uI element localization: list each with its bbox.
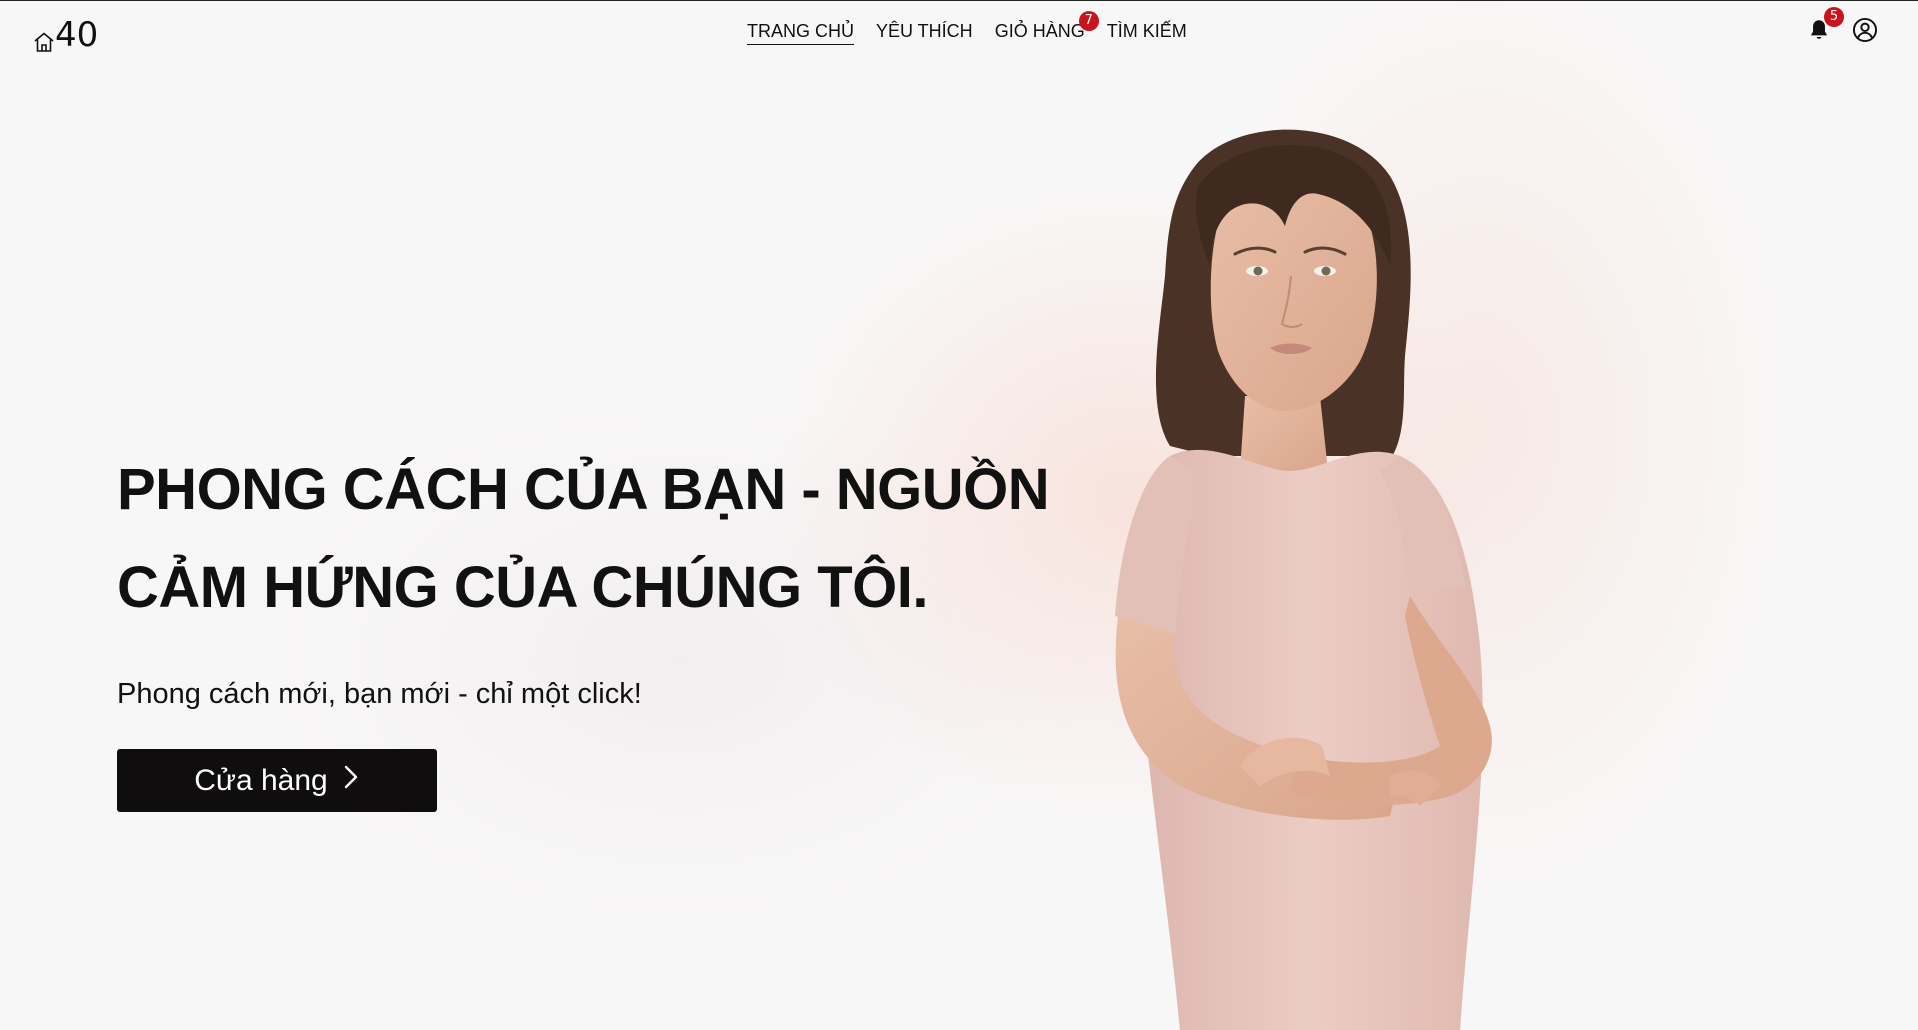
user-circle-icon: [1852, 17, 1878, 43]
hero-title: PHONG CÁCH CỦA BẠN - NGUỒN CẢM HỨNG CỦA …: [117, 457, 1050, 620]
main-nav: TRANG CHỦ YÊU THÍCH GIỎ HÀNG 7 TÌM KIẾM: [747, 11, 1187, 45]
header-actions: 5: [1806, 7, 1878, 43]
notification-count-badge: 5: [1824, 7, 1844, 27]
brand-name: 40: [55, 15, 99, 55]
nav-item-search[interactable]: TÌM KIẾM: [1107, 21, 1187, 45]
brand-logo[interactable]: 40: [33, 13, 98, 53]
shop-button[interactable]: Cửa hàng: [117, 749, 437, 812]
landing-page: 40 TRANG CHỦ YÊU THÍCH GIỎ HÀNG 7 TÌM KI…: [0, 0, 1918, 1030]
hero-subtitle: Phong cách mới, bạn mới - chỉ một click!: [117, 678, 642, 710]
nav-item-cart[interactable]: GIỎ HÀNG 7: [994, 11, 1099, 45]
nav-item-favorites[interactable]: YÊU THÍCH: [876, 21, 973, 45]
nav-item-home[interactable]: TRANG CHỦ: [747, 21, 854, 45]
home-icon: [33, 31, 55, 53]
account-button[interactable]: [1852, 17, 1878, 43]
hero-model-image: [1060, 126, 1600, 1030]
hero-content: PHONG CÁCH CỦA BẠN - NGUỒN CẢM HỨNG CỦA …: [117, 441, 1077, 812]
site-header: 40 TRANG CHỦ YÊU THÍCH GIỎ HÀNG 7 TÌM KI…: [0, 1, 1918, 65]
nav-item-cart-label: GIỎ HÀNG: [994, 21, 1085, 41]
shop-button-label: Cửa hàng: [194, 763, 328, 797]
chevron-right-icon: [342, 763, 360, 799]
cart-count-badge: 7: [1078, 11, 1099, 31]
notifications-button[interactable]: 5: [1806, 7, 1844, 43]
